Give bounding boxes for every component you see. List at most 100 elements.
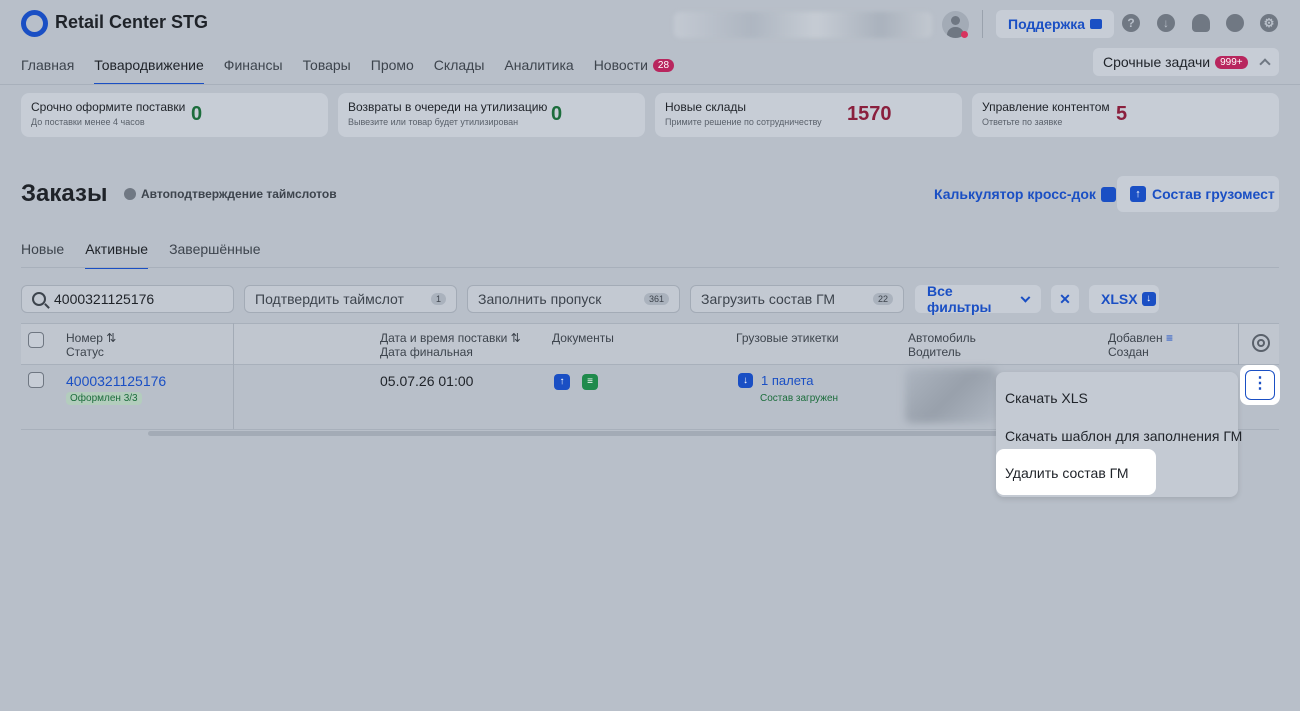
cargo-composition-button[interactable]: ↑ Состав грузомест xyxy=(1117,176,1279,212)
card-returns[interactable]: Возвраты в очереди на утилизацию Вывезит… xyxy=(338,93,645,137)
header-labels: Грузовые этикетки xyxy=(736,331,839,345)
support-button[interactable]: Поддержка xyxy=(996,10,1115,38)
table-settings-gear-icon[interactable] xyxy=(1252,334,1270,352)
column-divider xyxy=(233,323,234,429)
header-sublabel: Водитель xyxy=(908,345,962,359)
sort-icon: ⇅ xyxy=(510,331,521,345)
main-nav: Главная Товародвижение Финансы Товары Пр… xyxy=(21,57,694,85)
nav-label: Склады xyxy=(433,57,485,73)
filter-count: 361 xyxy=(643,293,669,305)
card-value: 1570 xyxy=(847,103,892,125)
app-title: Retail Center STG xyxy=(55,12,209,32)
nav-label: Товары xyxy=(302,57,351,73)
xlsx-label: XLSX xyxy=(1101,291,1138,307)
nav-item-logistics[interactable]: Товародвижение xyxy=(94,57,204,85)
download-icon: ↓ xyxy=(1141,292,1156,306)
cargo-button-label: Состав грузомест xyxy=(1152,186,1275,202)
filter-count: 22 xyxy=(872,293,893,305)
card-value: 5 xyxy=(1116,103,1128,125)
header-label: Добавлен xyxy=(1108,331,1163,345)
filter-label: Загрузить состав ГМ xyxy=(701,291,836,307)
tab-active[interactable]: Активные xyxy=(85,241,149,269)
settings-icon[interactable]: ⚙ xyxy=(1260,14,1278,32)
nav-label: Новости xyxy=(593,57,648,73)
close-icon: ✕ xyxy=(1059,290,1071,307)
check-circle-icon xyxy=(124,188,136,200)
order-number-link[interactable]: 4000321125176 xyxy=(66,373,166,389)
header-label: Автомобиль xyxy=(908,331,976,345)
account-selector[interactable] xyxy=(674,12,932,38)
nav-item-analytics[interactable]: Аналитика xyxy=(504,57,573,85)
nav-item-warehouses[interactable]: Склады xyxy=(434,57,485,85)
tab-label: Активные xyxy=(85,241,149,257)
filter-count: 1 xyxy=(430,293,446,305)
urgent-tasks-label: Срочные задачи xyxy=(1103,54,1211,70)
logo-icon[interactable] xyxy=(21,10,48,37)
select-all-checkbox[interactable] xyxy=(28,332,44,348)
calc-link-label: Калькулятор кросс-док xyxy=(934,186,1096,202)
nav-item-finance[interactable]: Финансы xyxy=(224,57,283,85)
all-filters-button[interactable]: Все фильтры xyxy=(915,283,1041,315)
download-icon[interactable]: ↓ xyxy=(1157,14,1175,32)
header-divider xyxy=(982,10,983,38)
nav-item-products[interactable]: Товары xyxy=(303,57,351,85)
all-filters-label: Все фильтры xyxy=(927,283,992,315)
clear-filters-button[interactable]: ✕ xyxy=(1051,285,1079,313)
help-icon[interactable]: ? xyxy=(1122,14,1140,32)
sort-lines-icon: ≡ xyxy=(1165,331,1173,345)
menu-item-download-template[interactable]: Скачать шаблон для заполнения ГМ xyxy=(1005,428,1242,444)
search-input[interactable]: 4000321125176 xyxy=(21,285,234,313)
document-icon[interactable]: ≡ xyxy=(582,374,598,390)
xlsx-export-button[interactable]: XLSX ↓ xyxy=(1089,285,1159,313)
urgent-tasks-button[interactable]: Срочные задачи 999+ xyxy=(1093,48,1279,76)
header-number[interactable]: Номер ⇅ Статус xyxy=(66,331,116,359)
globe-icon[interactable] xyxy=(1226,14,1244,32)
card-subtitle: Примите решение по сотрудничеству xyxy=(665,117,822,127)
menu-item-delete-composition[interactable]: Удалить состав ГМ xyxy=(996,449,1156,495)
more-actions-kebab-icon[interactable]: ⋮ xyxy=(1245,370,1275,400)
nav-divider xyxy=(0,84,1300,85)
news-badge: 28 xyxy=(652,58,675,72)
auto-confirm-toggle[interactable]: Автоподтверждение таймслотов xyxy=(124,187,337,201)
header-date[interactable]: Дата и время поставки ⇅ Дата финальная xyxy=(380,331,521,359)
card-title: Возвраты в очереди на утилизацию xyxy=(348,100,548,114)
car-driver-info xyxy=(905,368,997,423)
pallet-link[interactable]: ↓ 1 палета xyxy=(738,373,814,388)
fill-pass-filter[interactable]: Заполнить пропуск 361 xyxy=(467,285,680,313)
nav-item-home[interactable]: Главная xyxy=(21,57,74,85)
urgent-tasks-badge: 999+ xyxy=(1215,55,1248,69)
header-car: Автомобиль Водитель xyxy=(908,331,976,359)
card-urgent-supplies[interactable]: Срочно оформите поставки До поставки мен… xyxy=(21,93,328,137)
bell-icon[interactable] xyxy=(1192,14,1210,32)
page-title: Заказы xyxy=(21,180,108,207)
chevron-up-icon xyxy=(1259,58,1271,70)
card-content-management[interactable]: Управление контентом Ответьте по заявке … xyxy=(972,93,1279,137)
table-header: Номер ⇅ Статус Дата и время поставки ⇅ Д… xyxy=(21,323,1279,365)
card-subtitle: До поставки менее 4 часов xyxy=(31,117,145,127)
header-added[interactable]: Добавлен ≡ Создан xyxy=(1108,331,1173,359)
nav-label: Товародвижение xyxy=(94,57,204,73)
horizontal-scrollbar[interactable] xyxy=(148,431,998,436)
upload-composition-filter[interactable]: Загрузить состав ГМ 22 xyxy=(690,285,904,313)
calculator-icon xyxy=(1100,186,1116,202)
tabs-divider xyxy=(21,267,1279,268)
row-checkbox[interactable] xyxy=(28,372,44,388)
header-label: Документы xyxy=(552,331,614,345)
cross-dock-calculator-link[interactable]: Калькулятор кросс-док xyxy=(934,186,1116,202)
tab-new[interactable]: Новые xyxy=(21,241,64,269)
upload-document-icon[interactable]: ↑ xyxy=(554,374,570,390)
card-subtitle: Вывезите или товар будет утилизирован xyxy=(348,117,519,127)
nav-item-promo[interactable]: Промо xyxy=(371,57,414,85)
header-label: Дата и время поставки xyxy=(380,331,508,345)
header-sublabel: Дата финальная xyxy=(380,345,473,359)
nav-item-news[interactable]: Новости 28 xyxy=(593,57,675,85)
support-label: Поддержка xyxy=(1008,16,1086,32)
header-documents: Документы xyxy=(552,331,614,345)
card-new-warehouses[interactable]: Новые склады Примите решение по сотрудни… xyxy=(655,93,962,137)
confirm-timeslot-filter[interactable]: Подтвердить таймслот 1 xyxy=(244,285,457,313)
delivery-date: 05.07.26 01:00 xyxy=(380,373,474,389)
nav-label: Промо xyxy=(370,57,414,73)
menu-item-download-xls[interactable]: Скачать XLS xyxy=(1005,390,1088,406)
download-icon: ↓ xyxy=(738,373,753,388)
tab-completed[interactable]: Завершённые xyxy=(169,241,260,269)
